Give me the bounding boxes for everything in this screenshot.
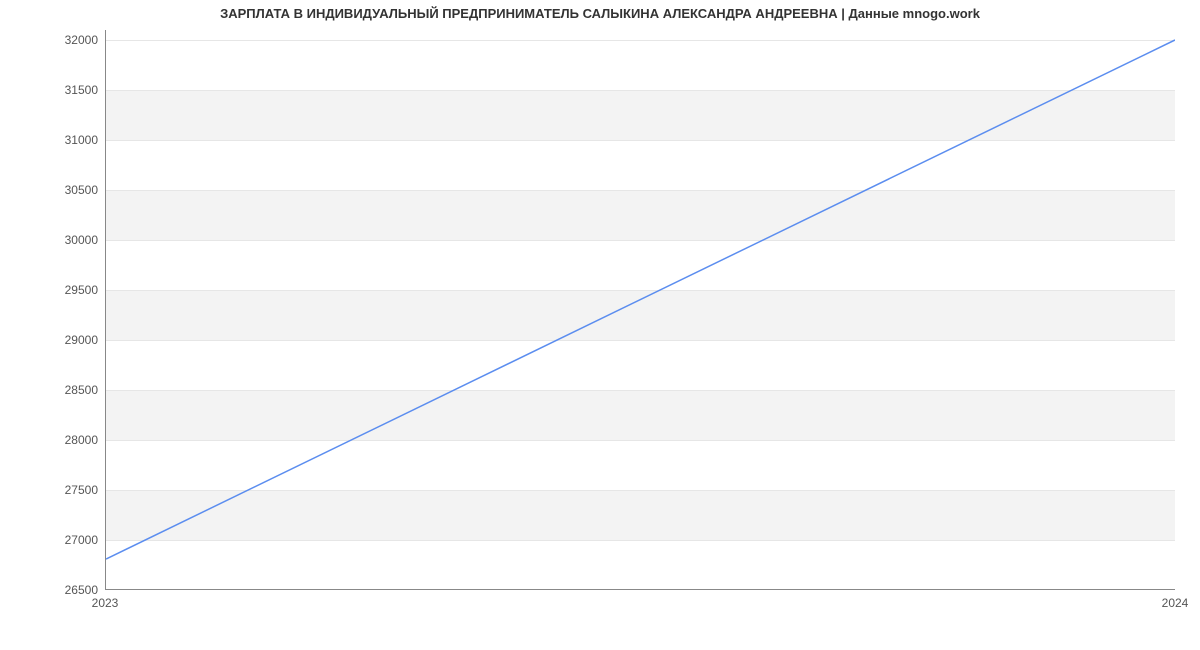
x-tick-label: 2024	[1162, 596, 1189, 610]
chart-title: ЗАРПЛАТА В ИНДИВИДУАЛЬНЫЙ ПРЕДПРИНИМАТЕЛ…	[0, 6, 1200, 21]
x-tick-label: 2023	[92, 596, 119, 610]
y-tick-label: 31000	[8, 133, 98, 147]
y-tick-label: 28500	[8, 383, 98, 397]
y-tick-label: 31500	[8, 83, 98, 97]
y-tick-label: 28000	[8, 433, 98, 447]
y-tick-label: 27000	[8, 533, 98, 547]
plot-inner	[105, 30, 1175, 590]
y-tick-label: 30000	[8, 233, 98, 247]
plot-area	[105, 30, 1175, 590]
y-tick-label: 32000	[8, 33, 98, 47]
series-line	[106, 30, 1175, 589]
y-tick-label: 29000	[8, 333, 98, 347]
y-tick-label: 29500	[8, 283, 98, 297]
y-tick-label: 30500	[8, 183, 98, 197]
line-path	[106, 40, 1175, 559]
chart-container: ЗАРПЛАТА В ИНДИВИДУАЛЬНЫЙ ПРЕДПРИНИМАТЕЛ…	[0, 0, 1200, 650]
y-tick-label: 27500	[8, 483, 98, 497]
y-tick-label: 26500	[8, 583, 98, 597]
